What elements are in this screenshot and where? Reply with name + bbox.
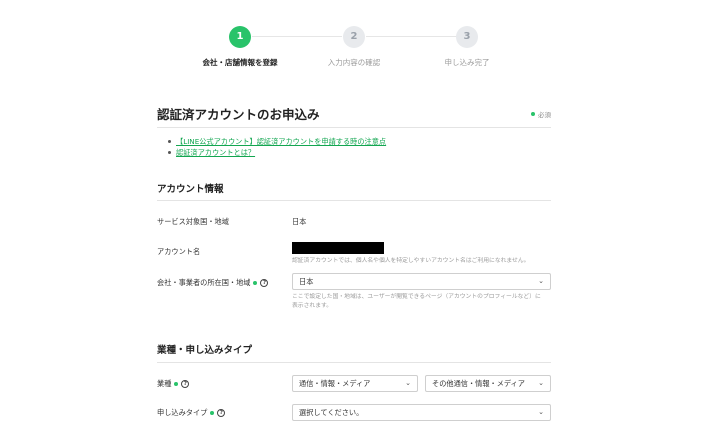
step-1: 1 会社・店舗情報を登録: [180, 26, 300, 68]
apply-type-select[interactable]: 選択してください。 ⌄: [292, 404, 551, 421]
industry-label: 業種 ?: [157, 379, 190, 389]
location-label: 会社・事業者の所在国・地域 ?: [157, 278, 269, 288]
required-legend-label: 必須: [538, 111, 551, 119]
location-select[interactable]: 日本 ⌄: [292, 273, 551, 290]
industry-heading: 業種・申し込みタイプ: [157, 345, 253, 356]
what-is-verified-link[interactable]: 認証済アカウントとは？: [176, 147, 255, 158]
apply-type-select-value: 選択してください。: [299, 408, 364, 417]
required-dot-icon: [531, 112, 535, 116]
account-name-note: 認証済アカウントでは、個人名や個人を特定しやすいアカウント名はご利用になれません…: [292, 258, 530, 264]
chevron-down-icon: ⌄: [405, 379, 411, 387]
industry-select-primary-value: 通信・情報・メディア: [299, 379, 371, 388]
industry-select-secondary[interactable]: その他通信・情報・メディア ⌄: [425, 375, 551, 392]
required-dot-icon: [210, 411, 215, 415]
location-label-text: 会社・事業者の所在国・地域: [157, 278, 251, 287]
location-note-line-1: ここで設定した国・地域は、ユーザーが閲覧できるページ（アカウントのプロフィールな…: [292, 294, 541, 300]
section-divider: [157, 362, 551, 363]
step-1-circle: 1: [229, 26, 251, 48]
required-legend: 必須: [531, 109, 551, 119]
step-3-circle: 3: [456, 26, 478, 48]
step-1-label: 会社・店舗情報を登録: [202, 58, 278, 67]
help-icon[interactable]: ?: [217, 409, 226, 417]
page-title: 認証済アカウントのお申込み: [157, 107, 320, 122]
apply-type-label: 申し込みタイプ ?: [157, 408, 226, 418]
list-item: 【LINE公式アカウント】認証済アカウントを申請する時の注意点: [168, 136, 386, 147]
section-divider: [157, 200, 551, 201]
apply-type-label-text: 申し込みタイプ: [157, 408, 208, 417]
account-name-redacted: [292, 242, 384, 254]
chevron-down-icon: ⌄: [538, 408, 544, 416]
bullet-icon: [168, 140, 171, 143]
list-item: 認証済アカウントとは？: [168, 147, 386, 158]
service-region-value: 日本: [292, 217, 307, 226]
industry-select-primary[interactable]: 通信・情報・メディア ⌄: [292, 375, 418, 392]
help-icon[interactable]: ?: [260, 279, 269, 287]
title-divider: [157, 127, 551, 128]
required-dot-icon: [253, 281, 258, 285]
step-2: 2 入力内容の確認: [294, 26, 414, 68]
service-region-label-text: サービス対象国・地域: [157, 217, 229, 226]
help-links: 【LINE公式アカウント】認証済アカウントを申請する時の注意点 認証済アカウント…: [168, 136, 386, 158]
industry-label-text: 業種: [157, 379, 172, 388]
location-note-line-2: 表示されます。: [292, 303, 332, 309]
chevron-down-icon: ⌄: [538, 379, 544, 387]
account-name-label-text: アカウント名: [157, 247, 201, 256]
service-region-label: サービス対象国・地域: [157, 217, 229, 227]
account-info-heading: アカウント情報: [157, 184, 224, 195]
required-dot-icon: [174, 382, 179, 386]
location-select-value: 日本: [299, 277, 314, 286]
industry-select-secondary-value: その他通信・情報・メディア: [432, 379, 525, 388]
step-2-label: 入力内容の確認: [327, 58, 381, 67]
caution-link[interactable]: 【LINE公式アカウント】認証済アカウントを申請する時の注意点: [176, 136, 386, 147]
help-icon[interactable]: ?: [181, 380, 190, 388]
step-3: 3 申し込み完了: [407, 26, 527, 68]
bullet-icon: [168, 151, 171, 154]
chevron-down-icon: ⌄: [538, 277, 544, 285]
step-3-label: 申し込み完了: [444, 58, 490, 67]
step-2-circle: 2: [343, 26, 365, 48]
progress-stepper: 1 会社・店舗情報を登録 2 入力内容の確認 3 申し込み完了: [0, 26, 708, 68]
account-name-label: アカウント名: [157, 247, 200, 257]
